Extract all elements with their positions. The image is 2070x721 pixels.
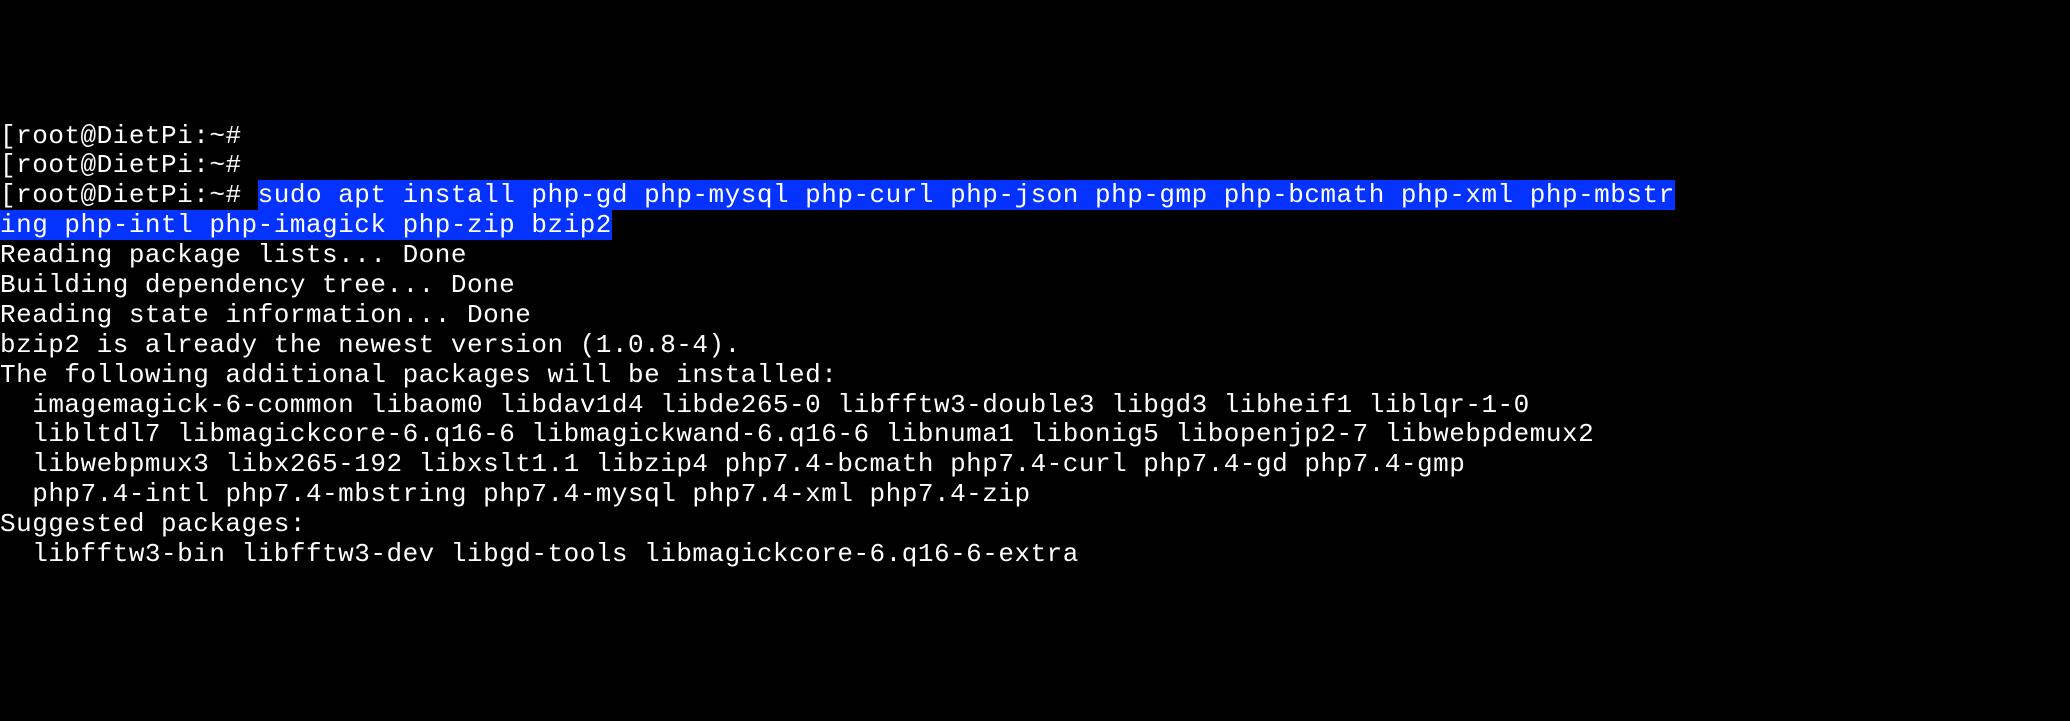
package-list-text: libfftw3-bin libfftw3-dev libgd-tools li… bbox=[32, 539, 1079, 569]
output-additional-line1: imagemagick-6-common libaom0 libdav1d4 l… bbox=[0, 391, 2070, 421]
command-text-highlighted: sudo apt install php-gd php-mysql php-cu… bbox=[258, 180, 1675, 210]
output-additional-line4: php7.4-intl php7.4-mbstring php7.4-mysql… bbox=[0, 480, 2070, 510]
prompt-line-2: [root@DietPi:~# bbox=[0, 151, 2070, 181]
output-reading-state: Reading state information... Done bbox=[0, 301, 2070, 331]
output-suggested-header: Suggested packages: bbox=[0, 510, 2070, 540]
terminal-window[interactable]: [root@DietPi:~#[root@DietPi:~#[root@Diet… bbox=[0, 122, 2070, 570]
shell-prompt: root@DietPi:~# bbox=[16, 150, 241, 180]
output-building-tree: Building dependency tree... Done bbox=[0, 271, 2070, 301]
package-list-text: libltdl7 libmagickcore-6.q16-6 libmagick… bbox=[32, 419, 1594, 449]
package-list-text: libwebpmux3 libx265-192 libxslt1.1 libzi… bbox=[32, 449, 1465, 479]
output-bzip2-newest: bzip2 is already the newest version (1.0… bbox=[0, 331, 2070, 361]
shell-prompt: root@DietPi:~# bbox=[16, 180, 241, 210]
prompt-line-1: [root@DietPi:~# bbox=[0, 122, 2070, 152]
prompt-bracket: [ bbox=[0, 121, 16, 151]
prompt-bracket: [ bbox=[0, 180, 16, 210]
output-suggested-line1: libfftw3-bin libfftw3-dev libgd-tools li… bbox=[0, 540, 2070, 570]
command-text-highlighted-wrap: ing php-intl php-imagick php-zip bzip2 bbox=[0, 210, 612, 240]
output-reading-lists: Reading package lists... Done bbox=[0, 241, 2070, 271]
output-additional-line2: libltdl7 libmagickcore-6.q16-6 libmagick… bbox=[0, 420, 2070, 450]
package-list-text: imagemagick-6-common libaom0 libdav1d4 l… bbox=[32, 390, 1530, 420]
prompt-bracket: [ bbox=[0, 150, 16, 180]
command-line-wrap: ing php-intl php-imagick php-zip bzip2 bbox=[0, 211, 2070, 241]
package-list-text: php7.4-intl php7.4-mbstring php7.4-mysql… bbox=[32, 479, 1030, 509]
space bbox=[242, 180, 258, 210]
shell-prompt: root@DietPi:~# bbox=[16, 121, 241, 151]
command-line[interactable]: [root@DietPi:~# sudo apt install php-gd … bbox=[0, 181, 2070, 211]
output-additional-header: The following additional packages will b… bbox=[0, 361, 2070, 391]
output-additional-line3: libwebpmux3 libx265-192 libxslt1.1 libzi… bbox=[0, 450, 2070, 480]
